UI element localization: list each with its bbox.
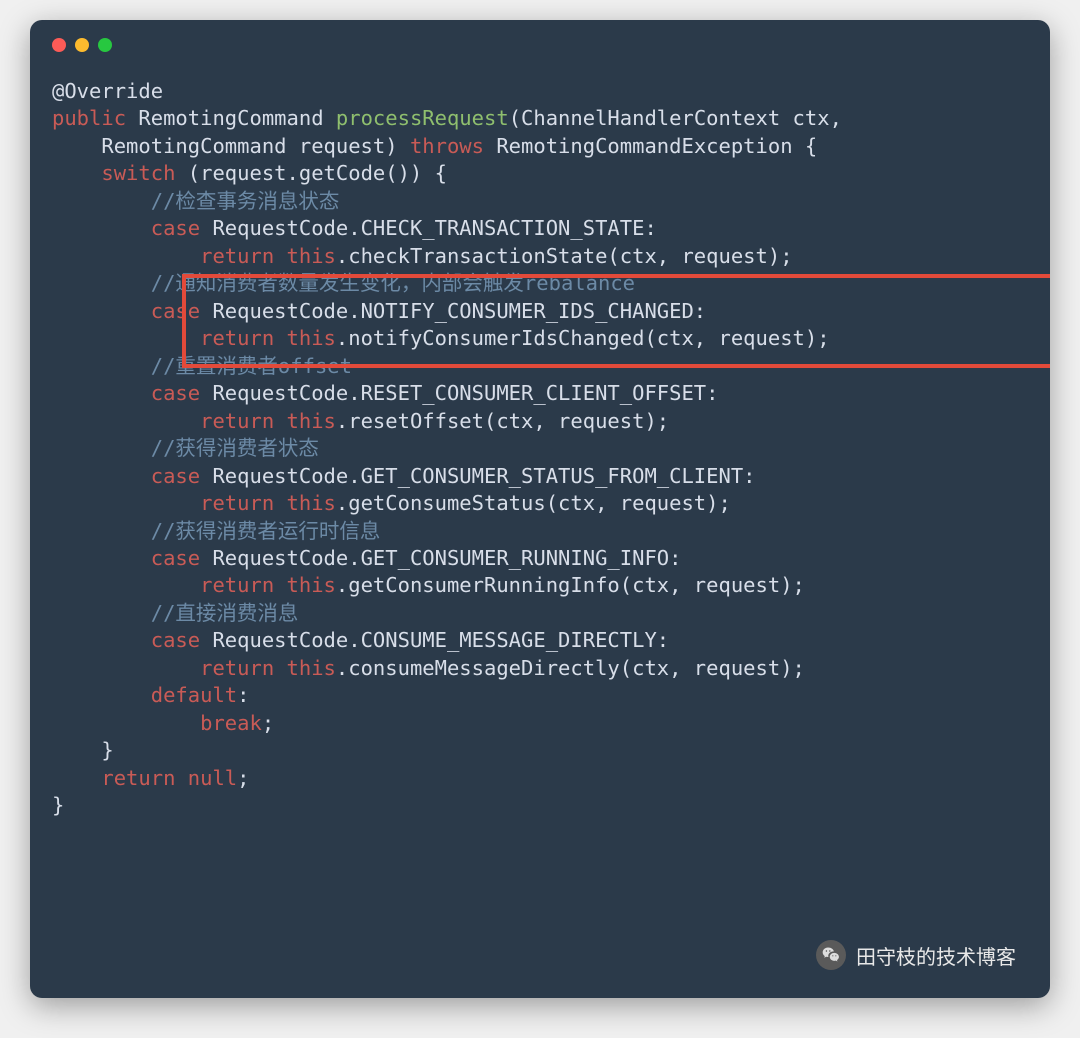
comment-2: //通知消费者数量发生变化，内部会触发rebalance <box>151 271 635 295</box>
ret1-tail: .checkTransactionState(ctx, request); <box>336 244 793 268</box>
case6-expr: RequestCode.CONSUME_MESSAGE_DIRECTLY: <box>200 628 669 652</box>
keyword-return: return <box>200 491 274 515</box>
keyword-null: null <box>188 766 237 790</box>
keyword-case: case <box>151 546 200 570</box>
comment-6: //直接消费消息 <box>151 601 299 625</box>
comment-1: //检查事务消息状态 <box>151 189 340 213</box>
ret2-tail: .notifyConsumerIdsChanged(ctx, request); <box>336 326 830 350</box>
window-traffic-lights <box>52 38 1028 52</box>
keyword-throws: throws <box>410 134 484 158</box>
annotation-override: @Override <box>52 79 163 103</box>
keyword-return: return <box>200 244 274 268</box>
method-name: processRequest <box>336 106 509 130</box>
keyword-this: this <box>287 573 336 597</box>
case4-expr: RequestCode.GET_CONSUMER_STATUS_FROM_CLI… <box>200 464 755 488</box>
keyword-break: break <box>200 711 262 735</box>
zoom-icon[interactable] <box>98 38 112 52</box>
comment-4: //获得消费者状态 <box>151 436 319 460</box>
keyword-switch: switch <box>101 161 175 185</box>
keyword-this: this <box>287 326 336 350</box>
null-semicolon: ; <box>237 766 249 790</box>
wechat-icon <box>816 940 846 970</box>
switch-expr: (request.getCode()) { <box>175 161 447 185</box>
keyword-public: public <box>52 106 126 130</box>
ret4-tail: .getConsumeStatus(ctx, request); <box>336 491 731 515</box>
keyword-this: this <box>287 656 336 680</box>
switch-close-brace: } <box>101 738 113 762</box>
keyword-return: return <box>200 656 274 680</box>
watermark: 田守枝的技术博客 <box>816 940 1016 970</box>
case1-expr: RequestCode.CHECK_TRANSACTION_STATE: <box>200 216 657 240</box>
keyword-default: default <box>151 683 237 707</box>
keyword-this: this <box>287 409 336 433</box>
code-block: @Override public RemotingCommand process… <box>52 78 1028 820</box>
keyword-case: case <box>151 216 200 240</box>
case3-expr: RequestCode.RESET_CONSUMER_CLIENT_OFFSET… <box>200 381 718 405</box>
break-semicolon: ; <box>262 711 274 735</box>
keyword-case: case <box>151 381 200 405</box>
comment-3: //重置消费者offset <box>151 354 352 378</box>
default-colon: : <box>237 683 249 707</box>
ret5-tail: .getConsumerRunningInfo(ctx, request); <box>336 573 805 597</box>
minimize-icon[interactable] <box>75 38 89 52</box>
comment-5: //获得消费者运行时信息 <box>151 519 381 543</box>
keyword-return: return <box>200 326 274 350</box>
sig-part1: (ChannelHandlerContext ctx, <box>509 106 842 130</box>
case5-expr: RequestCode.GET_CONSUMER_RUNNING_INFO: <box>200 546 681 570</box>
sig-line2-prefix: RemotingCommand request) <box>101 134 397 158</box>
keyword-return: return <box>200 573 274 597</box>
keyword-this: this <box>287 244 336 268</box>
ret3-tail: .resetOffset(ctx, request); <box>336 409 669 433</box>
code-window: @Override public RemotingCommand process… <box>30 20 1050 998</box>
keyword-return: return <box>200 409 274 433</box>
case2-expr: RequestCode.NOTIFY_CONSUMER_IDS_CHANGED: <box>200 299 706 323</box>
sig-line2-suffix: RemotingCommandException { <box>496 134 817 158</box>
keyword-case: case <box>151 628 200 652</box>
close-icon[interactable] <box>52 38 66 52</box>
watermark-text: 田守枝的技术博客 <box>856 941 1016 970</box>
keyword-return: return <box>101 766 175 790</box>
keyword-case: case <box>151 299 200 323</box>
keyword-case: case <box>151 464 200 488</box>
return-type: RemotingCommand <box>138 106 323 130</box>
keyword-this: this <box>287 491 336 515</box>
method-close-brace: } <box>52 793 64 817</box>
ret6-tail: .consumeMessageDirectly(ctx, request); <box>336 656 805 680</box>
